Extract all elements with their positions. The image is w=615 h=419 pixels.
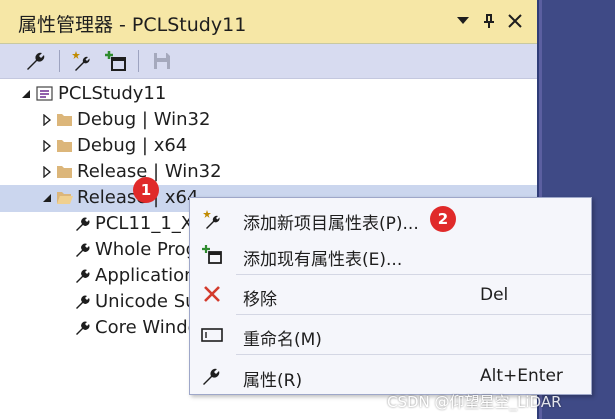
menu-label: 重命名(M) bbox=[243, 330, 322, 350]
wrench-icon bbox=[76, 295, 90, 309]
collapsed-arrow-icon[interactable] bbox=[41, 166, 53, 178]
menu-item-remove[interactable]: 移除 Del bbox=[190, 277, 591, 313]
open-folder-icon bbox=[57, 192, 73, 204]
menu-label: 属性(R) bbox=[243, 371, 303, 391]
config-label: Debug | Win32 bbox=[77, 109, 211, 130]
rename-icon bbox=[201, 328, 223, 342]
expanded-arrow-icon[interactable] bbox=[20, 88, 32, 100]
project-icon bbox=[36, 86, 53, 101]
menu-separator bbox=[236, 274, 591, 275]
menu-shortcut: Alt+Enter bbox=[480, 366, 563, 386]
add-existing-property-sheet-icon[interactable] bbox=[104, 49, 130, 73]
menu-item-rename[interactable]: 重命名(M) bbox=[190, 317, 591, 353]
config-label: Debug | x64 bbox=[77, 135, 188, 156]
menu-label: 添加新项目属性表(P)... bbox=[243, 214, 419, 234]
sheet-label: Unicode Su bbox=[95, 291, 197, 312]
add-new-property-sheet-icon[interactable] bbox=[70, 49, 96, 73]
collapsed-arrow-icon[interactable] bbox=[41, 114, 53, 126]
sheet-label: Application bbox=[95, 265, 196, 286]
watermark: CSDN @仰望星空_LiDAR bbox=[387, 393, 562, 411]
remove-icon bbox=[204, 286, 220, 302]
project-label: PCLStudy11 bbox=[58, 83, 167, 104]
menu-item-properties[interactable]: 属性(R) Alt+Enter bbox=[190, 358, 591, 394]
folder-icon bbox=[57, 166, 72, 178]
wrench-icon bbox=[76, 243, 90, 257]
sheet-label: Whole Prog bbox=[95, 239, 197, 260]
panel-titlebar: 属性管理器 - PCLStudy11 bbox=[0, 0, 537, 44]
menu-shortcut: Del bbox=[480, 285, 509, 305]
tree-node-project[interactable]: PCLStudy11 bbox=[0, 81, 537, 108]
collapsed-arrow-icon[interactable] bbox=[41, 140, 53, 152]
tree-node-config[interactable]: Debug | Win32 bbox=[0, 107, 537, 134]
menu-separator bbox=[236, 354, 591, 355]
folder-icon bbox=[57, 114, 72, 126]
wrench-icon bbox=[76, 217, 90, 231]
menu-label: 添加现有属性表(E)... bbox=[243, 250, 403, 270]
tree-node-config[interactable]: Debug | x64 bbox=[0, 133, 537, 160]
menu-item-add-new-property-sheet[interactable]: 添加新项目属性表(P)... bbox=[190, 201, 591, 237]
expanded-arrow-icon[interactable] bbox=[41, 192, 53, 204]
panel-title: 属性管理器 - PCLStudy11 bbox=[18, 14, 247, 36]
tree-node-config[interactable]: Release | Win32 bbox=[0, 159, 537, 186]
add-existing-property-sheet-icon bbox=[202, 245, 222, 264]
pin-icon[interactable] bbox=[478, 10, 500, 32]
menu-separator bbox=[236, 314, 591, 315]
folder-icon bbox=[57, 140, 72, 152]
annotation-badge-1: 1 bbox=[133, 177, 159, 203]
wrench-icon[interactable] bbox=[24, 49, 50, 73]
wrench-icon bbox=[203, 368, 220, 385]
toolbar bbox=[0, 44, 537, 79]
sheet-label: Core Windo bbox=[95, 317, 199, 338]
annotation-badge-2: 2 bbox=[430, 206, 456, 232]
wrench-icon bbox=[76, 321, 90, 335]
add-new-property-sheet-icon bbox=[203, 210, 220, 229]
close-icon[interactable] bbox=[504, 10, 526, 32]
dropdown-icon[interactable] bbox=[452, 10, 474, 32]
menu-label: 移除 bbox=[243, 290, 277, 310]
context-menu: 添加新项目属性表(P)... 添加现有属性表(E)... 移除 Del 重命名(… bbox=[189, 197, 592, 395]
wrench-icon bbox=[76, 269, 90, 283]
menu-item-add-existing-property-sheet[interactable]: 添加现有属性表(E)... bbox=[190, 237, 591, 273]
sheet-label: PCL11_1_X bbox=[95, 213, 194, 234]
save-icon[interactable] bbox=[150, 49, 176, 73]
